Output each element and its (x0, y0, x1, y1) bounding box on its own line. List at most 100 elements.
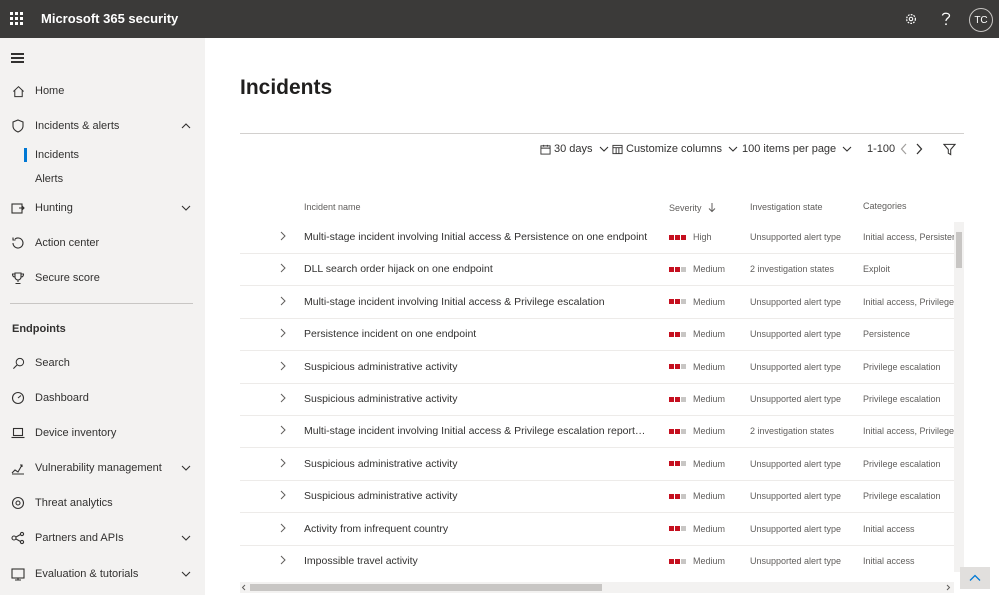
customize-columns-dropdown[interactable]: Customize columns (612, 141, 739, 157)
next-page-button[interactable] (914, 141, 924, 157)
gear-icon[interactable] (900, 8, 922, 30)
chevron-right-icon[interactable] (278, 230, 288, 242)
sidebar-item-action-center[interactable]: Action center (0, 229, 205, 257)
pagination-range: 1-100 (867, 143, 896, 155)
horizontal-scrollbar-thumb[interactable] (250, 584, 602, 591)
help-icon[interactable] (935, 8, 957, 30)
sidebar-item-partners-apis[interactable]: Partners and APIs (0, 524, 205, 552)
trophy-icon (10, 270, 26, 286)
severity-bars (669, 331, 687, 337)
categories-cell: Privilege escalation (863, 394, 941, 404)
table-row[interactable]: Suspicious administrative activity Medium… (240, 481, 954, 514)
sidebar-item-search[interactable]: Search (0, 349, 205, 377)
chevron-down-icon (728, 146, 738, 152)
chevron-right-icon[interactable] (278, 262, 288, 274)
categories-cell: Initial access (863, 556, 915, 566)
vertical-scrollbar-thumb[interactable] (956, 232, 962, 268)
severity-cell: Medium (669, 459, 725, 469)
incident-name[interactable]: Suspicious administrative activity (304, 361, 649, 373)
scroll-left-icon[interactable] (240, 582, 248, 593)
chevron-right-icon[interactable] (278, 554, 288, 566)
vertical-scrollbar[interactable] (954, 222, 964, 572)
incident-name[interactable]: Multi-stage incident involving Initial a… (304, 296, 649, 308)
incident-name[interactable]: Suspicious administrative activity (304, 458, 649, 470)
action-center-icon (10, 235, 26, 251)
chevron-right-icon[interactable] (278, 489, 288, 501)
incident-name[interactable]: Multi-stage incident involving Initial a… (304, 425, 649, 437)
chevron-right-icon[interactable] (278, 360, 288, 372)
incident-name[interactable]: Multi-stage incident involving Initial a… (304, 231, 649, 243)
sidebar-item-secure-score[interactable]: Secure score (0, 264, 205, 292)
chevron-right-icon[interactable] (278, 327, 288, 339)
scroll-to-top-button[interactable] (960, 567, 990, 589)
sidebar-item-vulnerability-management[interactable]: Vulnerability management (0, 454, 205, 482)
sidebar-item-evaluation-tutorials[interactable]: Evaluation & tutorials (0, 560, 205, 588)
date-range-dropdown[interactable]: 30 days (540, 141, 610, 157)
chevron-right-icon[interactable] (278, 522, 288, 534)
incident-name[interactable]: DLL search order hijack on one endpoint (304, 263, 649, 275)
table-row[interactable]: Activity from infrequent country Medium Un… (240, 514, 954, 546)
main-content: Incidents 30 days Customize columns 100 … (205, 38, 999, 595)
horizontal-scrollbar[interactable] (240, 582, 954, 593)
chevron-up-icon[interactable] (180, 120, 192, 132)
items-per-page-dropdown[interactable]: 100 items per page (742, 141, 853, 157)
severity-bars (669, 493, 687, 499)
waffle-icon[interactable] (10, 12, 24, 26)
chevron-down-icon[interactable] (180, 462, 192, 474)
table-row[interactable]: Multi-stage incident involving Initial a… (240, 222, 954, 254)
investigation-state: Unsupported alert type (750, 394, 842, 404)
sidebar-item-home[interactable]: Home (0, 77, 205, 105)
laptop-icon (10, 425, 26, 441)
incident-name[interactable]: Impossible travel activity (304, 555, 649, 567)
filter-button[interactable] (943, 141, 956, 157)
incident-name[interactable]: Activity from infrequent country (304, 523, 649, 535)
categories-cell: Privilege escalation (863, 361, 941, 372)
sidebar: Home Incidents & alerts Incidents Alerts… (0, 38, 205, 595)
calendar-icon (540, 144, 551, 155)
chevron-right-icon (916, 143, 923, 155)
chevron-down-icon[interactable] (180, 202, 192, 214)
table-row[interactable]: Persistence incident on one endpoint Medi… (240, 319, 954, 352)
severity-cell: Medium (669, 491, 725, 501)
chevron-down-icon[interactable] (180, 568, 192, 580)
chevron-right-icon[interactable] (278, 295, 288, 307)
sidebar-item-device-inventory[interactable]: Device inventory (0, 419, 205, 447)
table-row[interactable]: Suspicious administrative activity Medium… (240, 449, 954, 481)
chevron-down-icon (599, 146, 608, 152)
hamburger-menu-icon[interactable] (11, 53, 24, 63)
sidebar-item-alerts[interactable]: Alerts (0, 169, 205, 189)
sidebar-item-threat-analytics[interactable]: Threat analytics (0, 489, 205, 517)
table-row[interactable]: Multi-stage incident involving Initial a… (240, 287, 954, 319)
chevron-down-icon[interactable] (180, 532, 192, 544)
hunting-icon (10, 200, 26, 216)
page-title: Incidents (240, 76, 333, 99)
table-row[interactable]: Multi-stage incident involving Initial a… (240, 416, 954, 449)
table-row[interactable]: Suspicious administrative activity Medium… (240, 384, 954, 416)
table-row[interactable]: Impossible travel activity Medium Unsuppor… (240, 546, 954, 572)
sidebar-item-dashboard[interactable]: Dashboard (0, 384, 205, 412)
app-title[interactable]: Microsoft 365 security (41, 11, 178, 26)
chevron-right-icon[interactable] (278, 457, 288, 469)
chevron-right-icon[interactable] (278, 424, 288, 436)
sidebar-item-hunting[interactable]: Hunting (0, 194, 205, 222)
sidebar-item-incidents-alerts[interactable]: Incidents & alerts (0, 112, 205, 140)
table-row[interactable]: Suspicious administrative activity Medium… (240, 352, 954, 384)
previous-page-button[interactable] (899, 141, 909, 157)
table-row[interactable]: DLL search order hijack on one endpoint M… (240, 254, 954, 287)
chevron-right-icon[interactable] (278, 392, 288, 404)
incident-name[interactable]: Suspicious administrative activity (304, 393, 649, 405)
categories-cell: Initial access, Persistence (863, 232, 954, 242)
sidebar-item-incidents[interactable]: Incidents (0, 145, 205, 165)
column-header-severity[interactable]: Severity (669, 202, 716, 213)
avatar[interactable]: TC (969, 8, 993, 32)
chevron-down-icon (842, 146, 852, 152)
column-header-categories[interactable]: Categories (863, 201, 907, 211)
severity-bars (669, 461, 687, 467)
column-header-investigation-state[interactable]: Investigation state (750, 202, 823, 212)
evaluation-icon (10, 566, 26, 582)
incident-name[interactable]: Suspicious administrative activity (304, 490, 649, 502)
scroll-right-icon[interactable] (944, 582, 952, 593)
severity-cell: Medium (669, 329, 725, 339)
incident-name[interactable]: Persistence incident on one endpoint (304, 328, 649, 340)
column-header-incident-name[interactable]: Incident name (304, 202, 361, 212)
